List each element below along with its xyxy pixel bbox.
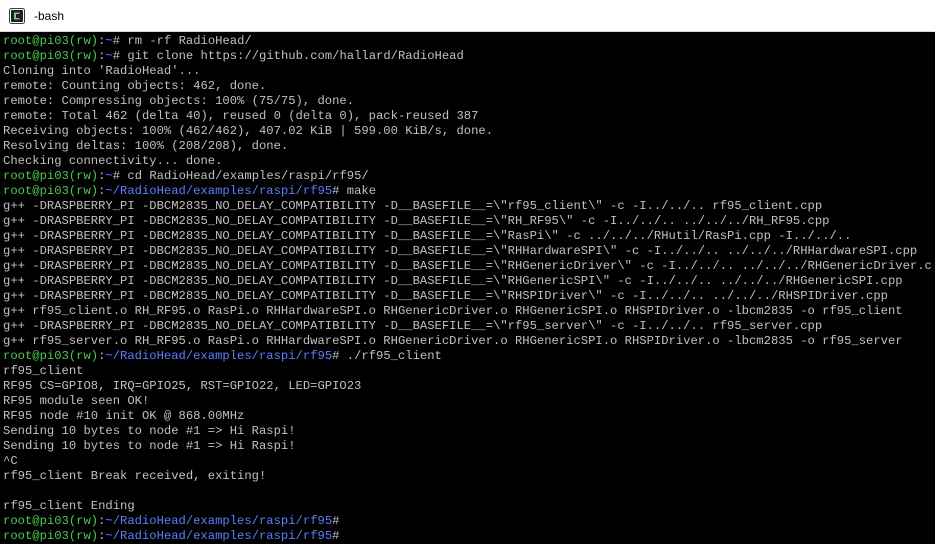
prompt-line: root@pi03(rw):~# git clone https://githu… xyxy=(3,49,933,64)
prompt-symbol: # xyxy=(112,49,121,63)
prompt-line: root@pi03(rw):~# cd RadioHead/examples/r… xyxy=(3,169,933,184)
prompt-path: ~/RadioHead/examples/raspi/rf95 xyxy=(105,529,333,542)
output-line: g++ -DRASPBERRY_PI -DBCM2835_NO_DELAY_CO… xyxy=(3,199,823,213)
prompt-user: root@pi03(rw) xyxy=(3,184,99,198)
prompt-user: root@pi03(rw) xyxy=(3,349,99,363)
output-line: g++ -DRASPBERRY_PI -DBCM2835_NO_DELAY_CO… xyxy=(3,289,888,303)
output-line: g++ -DRASPBERRY_PI -DBCM2835_NO_DELAY_CO… xyxy=(3,319,823,333)
prompt-line: root@pi03(rw):~/RadioHead/examples/raspi… xyxy=(3,514,933,529)
output-line: Receiving objects: 100% (462/462), 407.0… xyxy=(3,124,494,138)
output-line: rf95_client Ending xyxy=(3,499,135,513)
output-line: Sending 10 bytes to node #1 => Hi Raspi! xyxy=(3,424,296,438)
output-line: RF95 module seen OK! xyxy=(3,394,150,408)
command-text: ./rf95_client xyxy=(339,349,442,363)
terminal-window: -bash root@pi03(rw):~# rm -rf RadioHead/… xyxy=(0,0,935,544)
output-line: ^C xyxy=(3,454,18,468)
output-line: g++ rf95_server.o RH_RF95.o RasPi.o RHHa… xyxy=(3,334,903,348)
prompt-line: root@pi03(rw):~# rm -rf RadioHead/ xyxy=(3,34,933,49)
prompt-symbol: # xyxy=(332,529,340,542)
prompt-symbol: # xyxy=(112,169,121,183)
prompt-path: ~/RadioHead/examples/raspi/rf95 xyxy=(105,184,333,198)
output-line: remote: Total 462 (delta 40), reused 0 (… xyxy=(3,109,479,123)
output-line: g++ -DRASPBERRY_PI -DBCM2835_NO_DELAY_CO… xyxy=(3,214,830,228)
prompt-line: root@pi03(rw):~/RadioHead/examples/raspi… xyxy=(3,184,933,199)
prompt-user: root@pi03(rw) xyxy=(3,514,99,528)
output-line: Resolving deltas: 100% (208/208), done. xyxy=(3,139,289,153)
output-line: g++ rf95_client.o RH_RF95.o RasPi.o RHHa… xyxy=(3,304,903,318)
output-line: rf95_client Break received, exiting! xyxy=(3,469,267,483)
output-line: rf95_client xyxy=(3,364,84,378)
prompt-line: root@pi03(rw):~/RadioHead/examples/raspi… xyxy=(3,529,933,542)
prompt-path: ~/RadioHead/examples/raspi/rf95 xyxy=(105,349,333,363)
prompt-path: ~ xyxy=(105,34,113,48)
command-text: git clone https://github.com/hallard/Rad… xyxy=(120,49,464,63)
prompt-line: root@pi03(rw):~/RadioHead/examples/raspi… xyxy=(3,349,933,364)
output-line: g++ -DRASPBERRY_PI -DBCM2835_NO_DELAY_CO… xyxy=(3,244,918,258)
output-line: Cloning into 'RadioHead'... xyxy=(3,64,201,78)
output-line: g++ -DRASPBERRY_PI -DBCM2835_NO_DELAY_CO… xyxy=(3,229,852,243)
prompt-user: root@pi03(rw) xyxy=(3,49,99,63)
command-text: cd RadioHead/examples/raspi/rf95/ xyxy=(120,169,369,183)
terminal-app-icon xyxy=(9,7,25,24)
output-line: remote: Counting objects: 462, done. xyxy=(3,79,267,93)
prompt-symbol: # xyxy=(112,34,121,48)
prompt-path: ~ xyxy=(105,49,113,63)
title-bar[interactable]: -bash xyxy=(0,0,935,32)
output-line: RF95 node #10 init OK @ 868.00MHz xyxy=(3,409,245,423)
prompt-symbol: # xyxy=(332,514,340,528)
prompt-user: root@pi03(rw) xyxy=(3,169,99,183)
prompt-user: root@pi03(rw) xyxy=(3,34,99,48)
output-line: Checking connectivity... done. xyxy=(3,154,223,168)
prompt-path: ~/RadioHead/examples/raspi/rf95 xyxy=(105,514,333,528)
command-text: rm -rf RadioHead/ xyxy=(120,34,252,48)
output-line: RF95 CS=GPIO8, IRQ=GPIO25, RST=GPIO22, L… xyxy=(3,379,362,393)
prompt-path: ~ xyxy=(105,169,113,183)
output-line: remote: Compressing objects: 100% (75/75… xyxy=(3,94,355,108)
terminal-output[interactable]: root@pi03(rw):~# rm -rf RadioHead/root@p… xyxy=(3,34,933,542)
output-line: g++ -DRASPBERRY_PI -DBCM2835_NO_DELAY_CO… xyxy=(3,274,903,288)
window-title: -bash xyxy=(34,8,65,23)
output-line: g++ -DRASPBERRY_PI -DBCM2835_NO_DELAY_CO… xyxy=(3,259,933,273)
command-text: make xyxy=(339,184,377,198)
output-line: Sending 10 bytes to node #1 => Hi Raspi! xyxy=(3,439,296,453)
prompt-user: root@pi03(rw) xyxy=(3,529,99,542)
